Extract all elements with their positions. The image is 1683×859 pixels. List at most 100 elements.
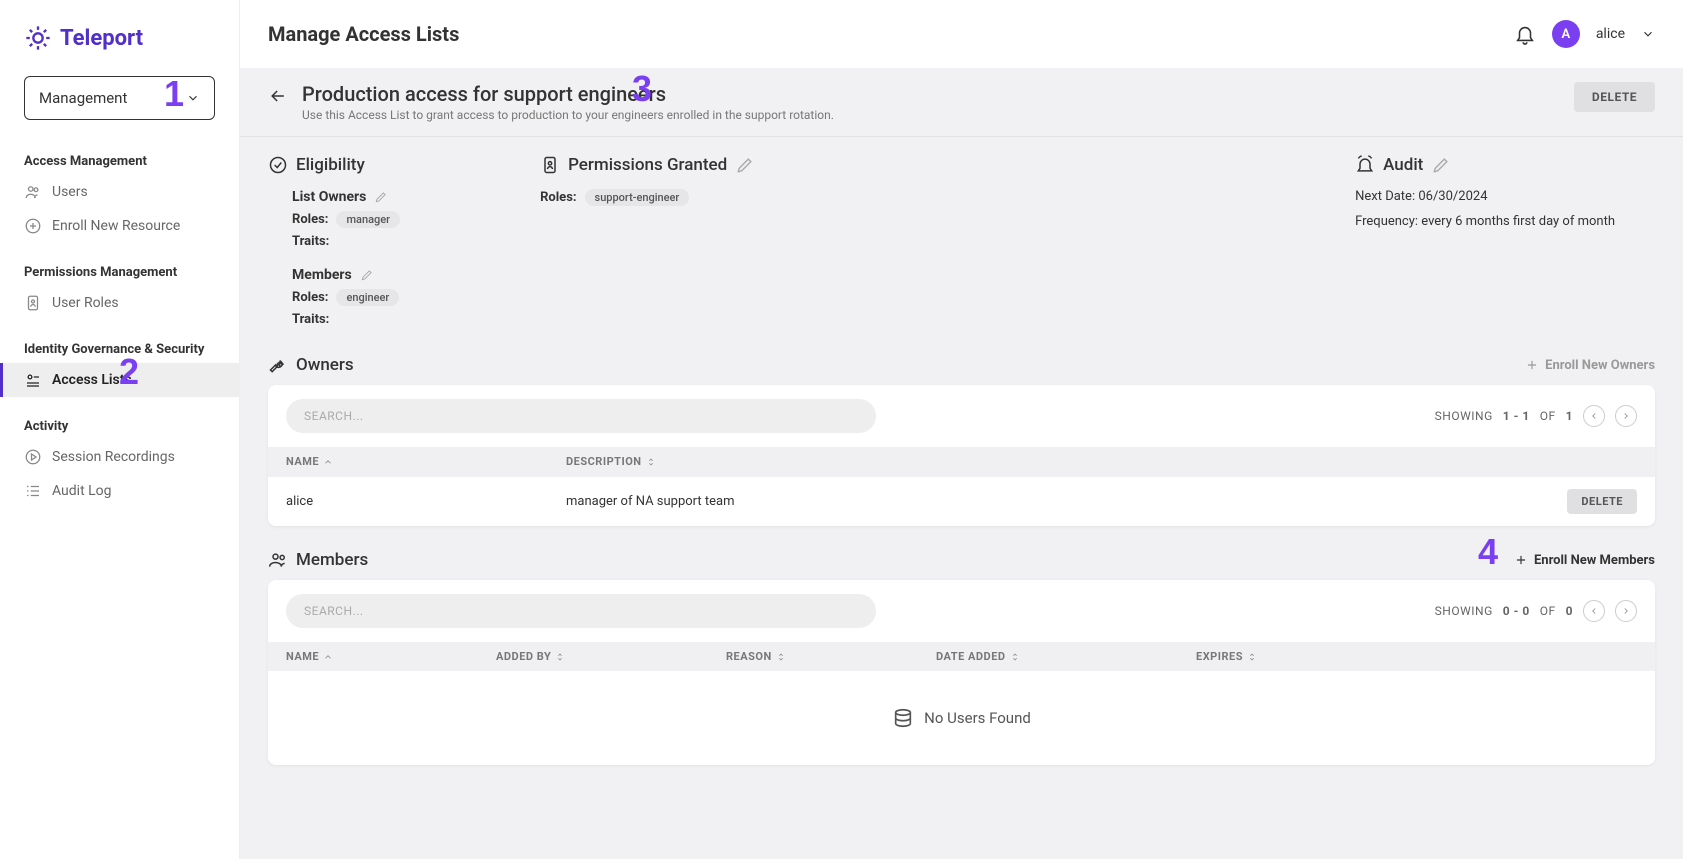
owners-paging: SHOWING 1 - 1 OF 1 xyxy=(1435,405,1637,427)
audit-panel: Audit Next Date: 06/30/2024 Frequency: e… xyxy=(1355,155,1615,333)
id-badge-icon xyxy=(540,155,560,175)
sort-icon xyxy=(776,652,786,662)
sidebar-section-access-mgmt: Access Management xyxy=(0,144,239,175)
owners-prev-page-button[interactable] xyxy=(1583,405,1605,427)
sort-icon xyxy=(1247,652,1257,662)
sidebar-item-audit-log[interactable]: Audit Log xyxy=(0,474,239,508)
users-group-icon xyxy=(268,550,288,570)
sidebar-section-activity: Activity xyxy=(0,409,239,440)
role-chip-support-engineer: support-engineer xyxy=(585,189,690,206)
eligibility-heading: Eligibility xyxy=(296,155,365,175)
sort-icon xyxy=(555,652,565,662)
topbar: Manage Access Lists A alice xyxy=(240,0,1683,68)
owners-search-input[interactable] xyxy=(286,399,876,433)
roles-label: Roles: xyxy=(540,190,576,205)
brand-logo: Teleport xyxy=(0,12,239,76)
page-title: Manage Access Lists xyxy=(268,22,459,46)
delete-list-button[interactable]: DELETE xyxy=(1574,82,1655,112)
access-list-title: Production access for support engineers … xyxy=(302,82,1560,106)
sidebar-item-label: Audit Log xyxy=(52,483,112,499)
sort-icon xyxy=(1010,652,1020,662)
audit-heading: Audit xyxy=(1383,155,1423,175)
delete-owner-button[interactable]: DELETE xyxy=(1567,489,1637,514)
wrench-icon xyxy=(268,355,288,375)
pencil-icon[interactable] xyxy=(360,268,374,282)
database-icon xyxy=(892,707,914,729)
enroll-new-members-link[interactable]: 4 Enroll New Members xyxy=(1514,553,1655,568)
owners-next-page-button[interactable] xyxy=(1615,405,1637,427)
roles-label: Roles: xyxy=(292,212,328,227)
sort-asc-icon xyxy=(323,652,333,662)
sort-icon xyxy=(646,457,656,467)
sidebar-item-label: Access Lists xyxy=(52,372,132,388)
avatar[interactable]: A xyxy=(1552,20,1580,48)
sort-asc-icon xyxy=(323,457,333,467)
members-next-page-button[interactable] xyxy=(1615,600,1637,622)
members-col-name[interactable]: NAME xyxy=(286,650,496,663)
sidebar-item-user-roles[interactable]: User Roles xyxy=(0,286,239,320)
list-icon xyxy=(24,482,42,500)
detail-header: Production access for support engineers … xyxy=(240,68,1683,137)
nav-scope-label: Management xyxy=(39,89,127,107)
members-paging: SHOWING 0 - 0 OF 0 xyxy=(1435,600,1637,622)
chevron-down-icon[interactable] xyxy=(1641,27,1655,41)
audit-frequency: every 6 months first day of month xyxy=(1421,214,1615,229)
username: alice xyxy=(1596,26,1625,42)
members-col-date-added[interactable]: DATE ADDED xyxy=(936,650,1196,663)
owner-desc-cell: manager of NA support team xyxy=(566,494,1557,509)
sidebar-item-users[interactable]: Users xyxy=(0,175,239,209)
sidebar-section-identity: Identity Governance & Security xyxy=(0,332,239,363)
plus-circle-icon xyxy=(24,217,42,235)
pencil-icon[interactable] xyxy=(735,155,755,175)
sidebar-item-session-recordings[interactable]: Session Recordings xyxy=(0,440,239,474)
table-row: alice manager of NA support team DELETE xyxy=(268,476,1655,526)
chevron-down-icon xyxy=(186,91,200,105)
owners-col-name[interactable]: NAME xyxy=(286,455,566,468)
eligibility-panel: Eligibility List Owners Roles: manager T… xyxy=(268,155,400,333)
sidebar-item-enroll-resource[interactable]: Enroll New Resource xyxy=(0,209,239,243)
owners-table-header: NAME DESCRIPTION xyxy=(268,447,1655,476)
owners-section: Owners Enroll New Owners SHOWING 1 - 1 O… xyxy=(240,343,1683,526)
plus-icon xyxy=(1514,553,1528,567)
owner-name-cell: alice xyxy=(286,494,566,509)
members-heading: Members xyxy=(292,267,352,283)
sidebar-item-label: User Roles xyxy=(52,295,119,311)
audit-frequency-label: Frequency: xyxy=(1355,214,1421,229)
members-section: Members 4 Enroll New Members SHOWING 0 -… xyxy=(240,526,1683,789)
annotation-1: 1 xyxy=(164,73,184,115)
members-empty-state: No Users Found xyxy=(268,671,1655,765)
members-table-header: NAME ADDED BY REASON DATE ADDED EXPIRES xyxy=(268,642,1655,671)
audit-next-date: 06/30/2024 xyxy=(1418,189,1487,204)
members-prev-page-button[interactable] xyxy=(1583,600,1605,622)
permissions-panel: Permissions Granted Roles: support-engin… xyxy=(540,155,755,333)
sidebar-item-label: Session Recordings xyxy=(52,449,175,465)
check-circle-icon xyxy=(268,155,288,175)
play-circle-icon xyxy=(24,448,42,466)
enroll-new-owners-link[interactable]: Enroll New Owners xyxy=(1525,358,1655,373)
members-search-input[interactable] xyxy=(286,594,876,628)
members-col-added-by[interactable]: ADDED BY xyxy=(496,650,726,663)
back-arrow-icon[interactable] xyxy=(268,86,288,106)
members-col-reason[interactable]: REASON xyxy=(726,650,936,663)
bell-icon[interactable] xyxy=(1514,23,1536,45)
sidebar-item-access-lists[interactable]: Access Lists 2 xyxy=(0,363,239,397)
list-checks-icon xyxy=(24,371,42,389)
sidebar-section-perm-mgmt: Permissions Management xyxy=(0,255,239,286)
sidebar-item-label: Users xyxy=(52,184,88,200)
annotation-4: 4 xyxy=(1478,531,1498,573)
teleport-logo-icon xyxy=(24,24,52,52)
members-col-expires[interactable]: EXPIRES xyxy=(1196,650,1396,663)
pencil-icon[interactable] xyxy=(1431,155,1451,175)
traits-label: Traits: xyxy=(292,312,329,327)
access-list-subtitle: Use this Access List to grant access to … xyxy=(302,108,1560,122)
sidebar-item-label: Enroll New Resource xyxy=(52,218,180,234)
audit-next-date-label: Next Date: xyxy=(1355,189,1418,204)
role-chip-manager: manager xyxy=(336,211,400,228)
owners-col-desc[interactable]: DESCRIPTION xyxy=(566,455,1637,468)
pencil-icon[interactable] xyxy=(374,190,388,204)
plus-icon xyxy=(1525,358,1539,372)
permissions-heading: Permissions Granted xyxy=(568,155,727,175)
role-chip-engineer: engineer xyxy=(336,289,399,306)
nav-scope-selector[interactable]: Management 1 xyxy=(24,76,215,120)
bell-alert-icon xyxy=(1355,155,1375,175)
